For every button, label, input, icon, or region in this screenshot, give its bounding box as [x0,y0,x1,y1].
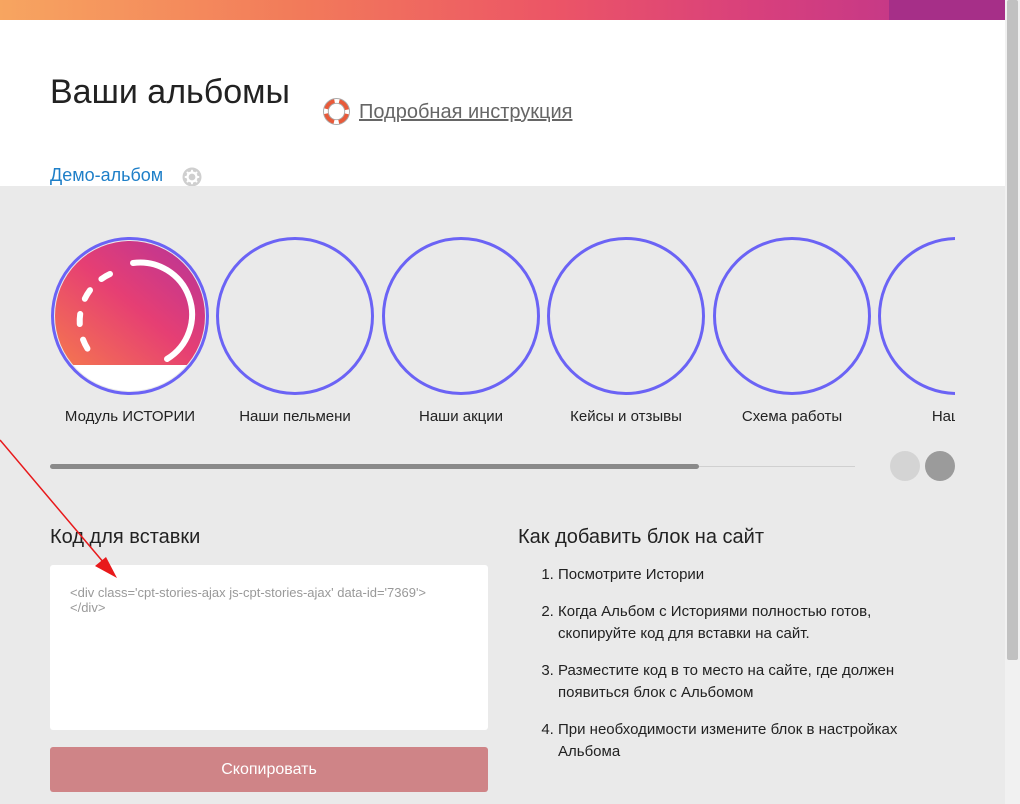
embed-code-heading: Код для вставки [50,526,201,548]
demo-album-link[interactable]: Демо-альбом [50,164,164,187]
carousel-scroll-thumb[interactable] [50,464,699,469]
howto-heading: Как добавить блок на сайт [518,526,764,548]
story-ring [51,237,209,395]
embed-code-field[interactable]: <div class='cpt-stories-ajax js-cpt-stor… [50,565,488,730]
howto-step: При необходимости измените блок в настро… [558,719,948,763]
top-gradient-bar [0,0,1005,20]
story-ring [547,237,705,395]
top-bar-dark-segment [889,0,1005,20]
scrollbar-thumb[interactable] [1007,0,1018,660]
copy-button[interactable]: Скопировать [50,747,488,792]
carousel-prev-button[interactable] [890,451,920,481]
story-ring [878,237,955,395]
story-ring [382,237,540,395]
albums-header: Ваши альбомы Подробная инструкция Демо-а… [0,20,1005,187]
stories-carousel[interactable]: Модуль ИСТОРИИ Наши пельмени Наши акции … [50,236,955,436]
story-label: Наши к [931,408,955,425]
instruction-link[interactable]: Подробная инструкция [359,100,572,124]
howto-step: Когда Альбом с Историями полностью готов… [558,601,948,645]
howto-step: Посмотрите Истории [558,564,948,586]
lifebuoy-icon[interactable] [323,98,350,125]
howto-steps: Посмотрите Истории Когда Альбом с Истори… [518,564,948,778]
carousel-next-button[interactable] [925,451,955,481]
howto-step: Разместите код в то место на сайте, где … [558,660,948,704]
album-workspace: Модуль ИСТОРИИ Наши пельмени Наши акции … [0,186,1005,804]
story-ring [713,237,871,395]
story-ring [216,237,374,395]
window-scrollbar[interactable] [1005,0,1020,804]
page-title: Ваши альбомы [50,73,290,111]
gear-icon[interactable] [182,167,202,187]
